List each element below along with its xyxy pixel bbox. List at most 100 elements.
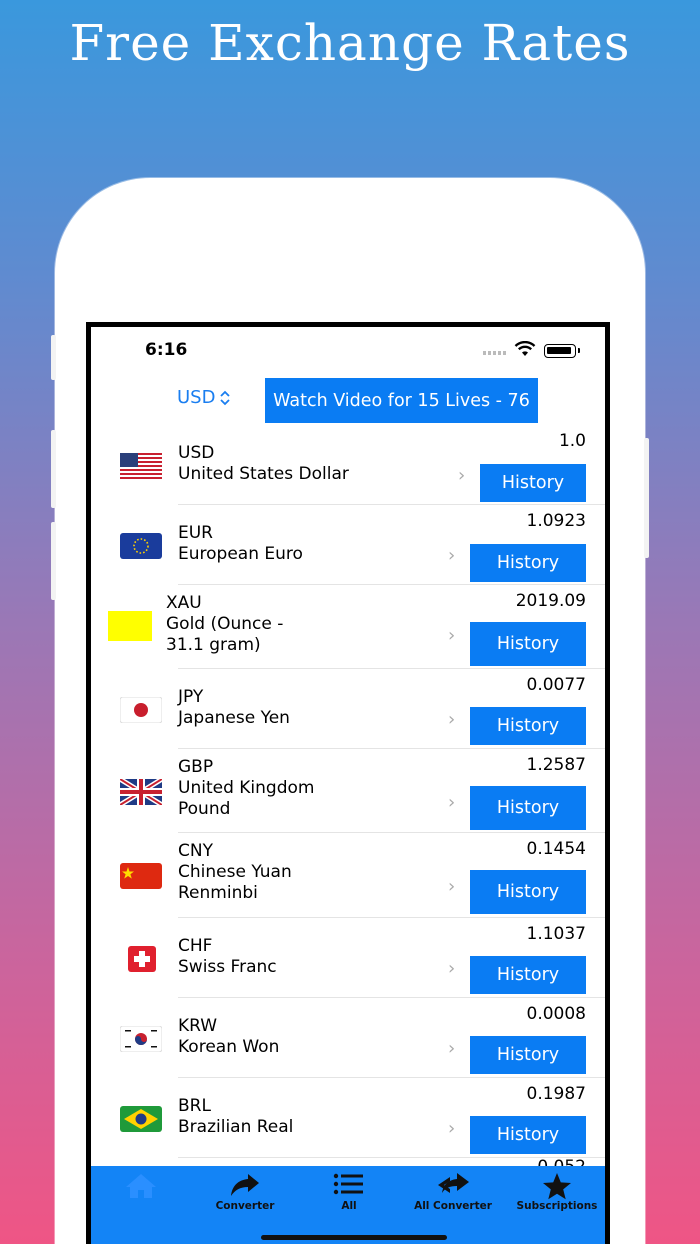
history-button[interactable]: History <box>470 1116 586 1154</box>
tab-subscriptions-label: Subscriptions <box>516 1200 598 1212</box>
currency-list: USD United States Dollar 1.0 › History EUR Eur… <box>91 425 605 1158</box>
currency-name: United States Dollar <box>178 464 349 484</box>
history-button[interactable]: History <box>470 956 586 994</box>
phone-side-button <box>51 335 56 380</box>
tab-converter-label: Converter <box>215 1200 275 1212</box>
chevron-right-icon: › <box>448 625 456 646</box>
currency-name: Korean Won <box>178 1037 280 1057</box>
status-time: 6:16 <box>145 340 188 360</box>
currency-row-usd[interactable]: USD United States Dollar 1.0 › History <box>120 425 605 505</box>
currency-code: GBP <box>178 757 214 777</box>
rate-value: 0.0008 <box>526 1004 586 1024</box>
currency-row-jpy[interactable]: JPY Japanese Yen 0.0077 › History <box>119 669 605 749</box>
history-button[interactable]: History <box>480 464 586 502</box>
chevron-right-icon: › <box>448 792 456 813</box>
currency-label: GBP United Kingdom Pound <box>178 757 388 820</box>
currency-label: USD United States Dollar <box>178 443 388 485</box>
rate-value: 0.0077 <box>526 675 586 695</box>
chevron-right-icon: › <box>448 709 456 730</box>
chevron-right-icon: › <box>448 1118 456 1139</box>
tab-bar: Converter All All Converter Subscription… <box>91 1166 605 1244</box>
home-icon <box>126 1174 156 1198</box>
rate-value: 2019.09 <box>515 591 586 611</box>
rate-value: 1.2587 <box>526 755 586 775</box>
battery-icon <box>544 344 580 358</box>
eu-flag <box>120 533 162 563</box>
tab-converter[interactable]: Converter <box>195 1166 295 1226</box>
top-bar: USD Watch Video for 15 Lives - 76 <box>91 375 605 423</box>
wifi-icon <box>514 341 536 356</box>
currency-code: JPY <box>178 687 204 707</box>
tab-subscriptions[interactable]: Subscriptions <box>507 1166 605 1226</box>
currency-name: European Euro <box>178 544 303 564</box>
star-icon <box>543 1173 571 1200</box>
history-button[interactable]: History <box>470 1036 586 1074</box>
history-button[interactable]: History <box>470 544 586 582</box>
currency-row-cny[interactable]: CNY Chinese Yuan Renminbi 0.1454 › History <box>120 833 605 918</box>
tab-all[interactable]: All <box>299 1166 399 1226</box>
br-flag <box>120 1106 162 1136</box>
rate-value: 1.0923 <box>526 511 586 531</box>
signal-icon <box>483 351 507 355</box>
chevron-right-icon: › <box>448 958 456 979</box>
list-icon <box>333 1173 363 1195</box>
currency-label: KRW Korean Won <box>178 1016 388 1058</box>
currency-code: KRW <box>178 1016 218 1036</box>
history-button[interactable]: History <box>470 786 586 830</box>
tab-home[interactable] <box>91 1166 191 1226</box>
currency-code: CHF <box>178 936 213 956</box>
phone-side-button <box>51 430 56 508</box>
tab-all-converter-label: All Converter <box>414 1200 492 1212</box>
tab-all-label: All <box>341 1200 357 1212</box>
promo-headline: Free Exchange Rates <box>69 14 631 72</box>
base-currency-select[interactable]: USD <box>177 387 231 408</box>
currency-code: XAU <box>166 593 202 613</box>
base-currency-value: USD <box>177 387 216 408</box>
currency-label: EUR European Euro <box>178 523 388 565</box>
currency-name: Swiss Franc <box>178 957 277 977</box>
cn-flag <box>120 863 162 893</box>
currency-row-xau[interactable]: XAU Gold (Ounce -31.1 gram) 2019.09 › Histor… <box>108 585 605 669</box>
history-button[interactable]: History <box>470 707 586 745</box>
currency-name: Chinese Yuan <box>178 862 292 882</box>
history-button[interactable]: History <box>470 870 586 914</box>
status-bar: 6:16 <box>91 327 605 375</box>
currency-name: Brazilian Real <box>178 1117 294 1137</box>
currency-code: EUR <box>178 523 213 543</box>
currency-name: United Kingdom <box>178 778 315 798</box>
currency-row-chf[interactable]: CHF Swiss Franc 1.1037 › History <box>128 918 605 998</box>
currency-code: CNY <box>178 841 213 861</box>
currency-row-krw[interactable]: KRW Korean Won 0.0008 › History <box>119 998 605 1078</box>
us-flag <box>120 453 162 483</box>
home-indicator <box>261 1235 447 1240</box>
gb-flag <box>118 776 164 809</box>
currency-label: CNY Chinese Yuan Renminbi <box>178 841 388 904</box>
currency-label: XAU Gold (Ounce -31.1 gram) <box>166 593 376 656</box>
rate-value: 1.0 <box>558 431 586 451</box>
ch-flag <box>128 946 156 976</box>
currency-row-eur[interactable]: EUR European Euro 1.0923 › History <box>120 505 605 585</box>
jp-flag <box>119 696 163 727</box>
double-arrow-icon <box>438 1173 469 1193</box>
updown-chevron-icon <box>220 390 231 405</box>
currency-name-cont: 31.1 gram) <box>166 635 261 655</box>
currency-row-brl[interactable]: BRL Brazilian Real 0.1987 › History <box>120 1078 605 1158</box>
chevron-right-icon: › <box>448 1038 456 1059</box>
currency-label: CHF Swiss Franc <box>178 936 388 978</box>
currency-name: Japanese Yen <box>178 708 290 728</box>
currency-code: USD <box>178 443 215 463</box>
chevron-right-icon: › <box>448 876 456 897</box>
rate-value: 1.1037 <box>526 924 586 944</box>
currency-label: BRL Brazilian Real <box>178 1096 388 1138</box>
rate-value: 0.1987 <box>526 1084 586 1104</box>
rate-value: 0.1454 <box>526 839 586 859</box>
tab-all-converter[interactable]: All Converter <box>403 1166 503 1226</box>
history-button[interactable]: History <box>470 622 586 666</box>
phone-screen: 6:16 USD Watch Video for 15 Lives - 76 U… <box>86 322 610 1244</box>
currency-name: Gold (Ounce - <box>166 614 284 634</box>
phone-side-button <box>51 522 56 600</box>
watch-video-button[interactable]: Watch Video for 15 Lives - 76 <box>265 378 538 423</box>
currency-row-gbp[interactable]: GBP United Kingdom Pound 1.2587 › History <box>118 749 605 833</box>
chevron-right-icon: › <box>458 465 466 486</box>
currency-name-cont: Renminbi <box>178 883 258 903</box>
